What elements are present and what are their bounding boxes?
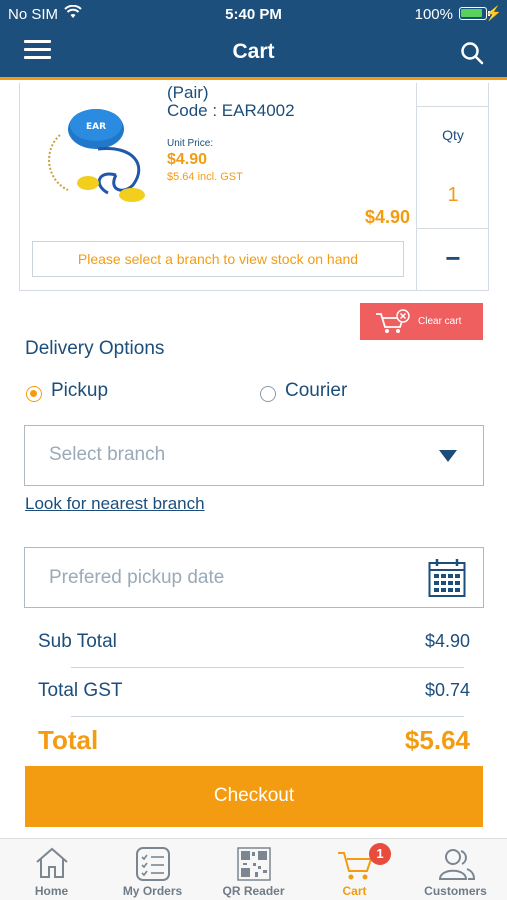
calendar-icon[interactable] [428,558,466,598]
nearest-branch-link[interactable]: Look for nearest branch [25,494,205,514]
totals-divider [71,667,464,668]
tab-my-orders-label: My Orders [122,884,183,898]
app-header: No SIM 5:40 PM 100% ⚡ Cart [0,0,507,80]
tab-home-label: Home [34,884,69,898]
cart-count-badge: 1 [369,843,391,865]
qr-icon [237,847,271,881]
unit-price-incl-gst: $5.64 incl. GST [167,171,243,183]
clear-cart-icon [376,309,410,333]
tab-my-orders[interactable]: My Orders [102,839,203,900]
quantity-column: Qty 1 − [417,83,489,290]
delivery-options-title: Delivery Options [25,338,165,359]
radio-selected-icon [26,386,42,402]
checkout-button[interactable]: Checkout [25,766,483,827]
product-thumbnail: EAR [48,109,145,202]
search-icon[interactable] [459,40,485,66]
branch-select[interactable]: Select branch [24,425,484,486]
clear-cart-button[interactable]: Clear cart [360,303,483,340]
charging-icon: ⚡ [484,5,502,21]
battery-percent: 100% [414,6,453,23]
page-title: Cart [232,40,275,63]
subtotal-label: Sub Total [38,631,117,652]
line-total: $4.90 [364,207,410,227]
grand-total-value: $5.64 [404,725,470,755]
cart-item-card: EAR (Pair) Code : EAR4002 Unit Price: $4… [19,83,489,291]
tab-cart-label: Cart [342,884,367,898]
pickup-date-input[interactable] [25,548,425,607]
qty-row-divider [417,83,489,229]
product-code: Code : EAR4002 [167,101,295,120]
orders-icon [136,847,170,881]
gst-label: Total GST [38,680,123,701]
grand-total-label: Total [38,725,99,755]
tab-customers-label: Customers [424,884,487,898]
tab-cart[interactable]: 1 Cart [304,839,405,900]
tab-bar: Home My Orders QR Reader 1 Cart Customer… [0,838,507,900]
product-name: (Pair) [167,83,209,102]
battery-icon [459,7,487,20]
gst-value: $0.74 [424,680,470,700]
tab-customers[interactable]: Customers [405,839,506,900]
stock-message[interactable]: Please select a branch to view stock on … [32,241,404,277]
dropdown-arrow-icon [439,450,457,462]
branch-select-placeholder: Select branch [49,444,166,465]
tab-qr-reader[interactable]: QR Reader [203,839,304,900]
clear-cart-label: Clear cart [418,316,462,327]
home-icon [36,847,68,878]
qty-decrease-button[interactable]: − [417,229,489,290]
customers-icon [438,849,476,880]
unit-price: $4.90 [167,151,208,168]
unit-price-label: Unit Price: [167,138,214,149]
radio-unselected-icon [260,386,276,402]
tab-home[interactable]: Home [1,839,102,900]
radio-pickup-label: Pickup [51,380,109,401]
totals-divider [71,716,464,717]
status-bar: No SIM 5:40 PM 100% ⚡ [0,0,507,28]
pickup-date-field[interactable] [24,547,484,608]
thumb-brand: EAR [86,122,106,132]
radio-courier-label: Courier [285,380,348,401]
subtotal-value: $4.90 [424,631,470,651]
tab-qr-reader-label: QR Reader [222,884,285,898]
